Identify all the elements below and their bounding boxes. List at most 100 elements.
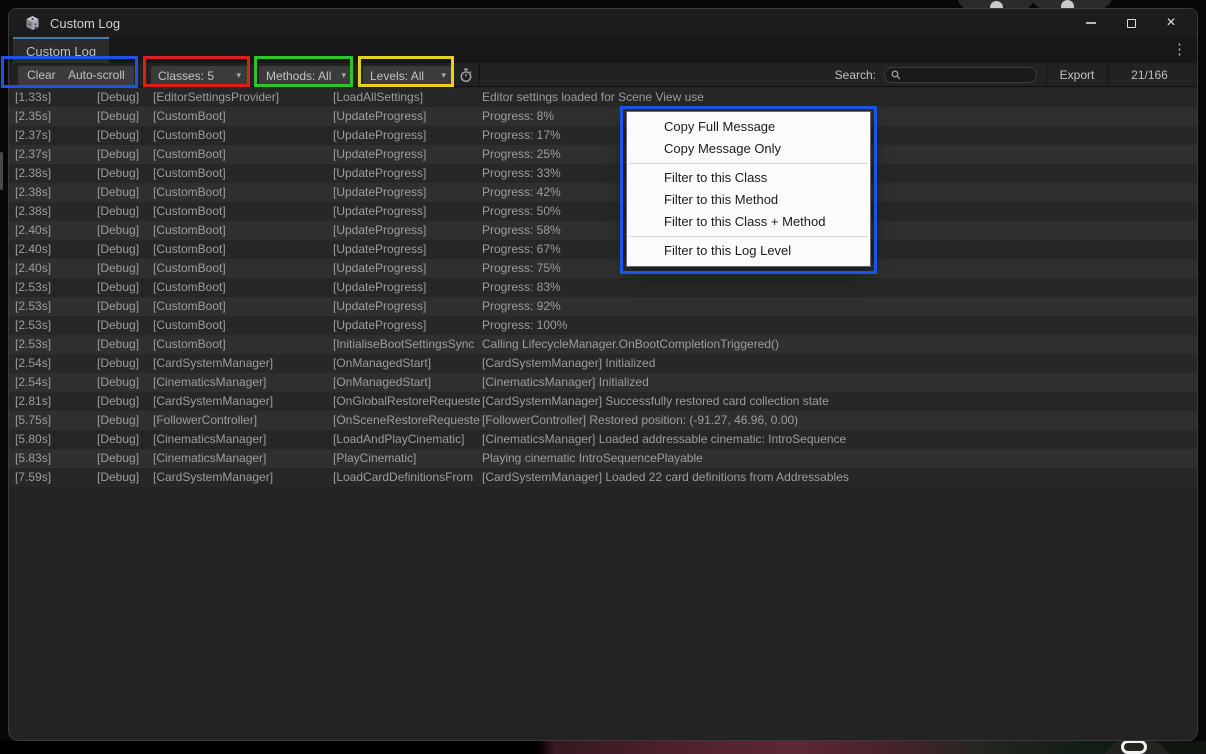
log-class: [CustomBoot] [153,316,333,335]
log-row[interactable]: [2.40s] [Debug] [CustomBoot] [UpdateProg… [9,240,1197,259]
search-icon [891,70,901,80]
log-time: [2.37s] [15,145,97,164]
log-row[interactable]: [5.80s] [Debug] [CinematicsManager] [Loa… [9,430,1197,449]
log-time: [2.53s] [15,278,97,297]
context-menu-separator [629,163,868,164]
log-method: [UpdateProgress] [333,126,482,145]
log-row[interactable]: [2.54s] [Debug] [CinematicsManager] [OnM… [9,373,1197,392]
maximize-button[interactable] [1111,9,1151,37]
log-level: [Debug] [97,202,153,221]
log-time: [2.40s] [15,259,97,278]
context-menu-item[interactable]: Copy Message Only [628,138,869,160]
tab-overflow-menu-icon[interactable]: ⋮ [1172,41,1187,59]
log-method: [UpdateProgress] [333,221,482,240]
log-row[interactable]: [7.59s] [Debug] [CardSystemManager] [Loa… [9,468,1197,487]
log-message: Calling LifecycleManager.OnBootCompletio… [482,335,1197,354]
log-time: [2.54s] [15,354,97,373]
clear-button[interactable]: Clear [18,66,65,85]
log-row[interactable]: [5.75s] [Debug] [FollowerController] [On… [9,411,1197,430]
log-row[interactable]: [2.38s] [Debug] [CustomBoot] [UpdateProg… [9,183,1197,202]
log-row[interactable]: [2.53s] [Debug] [CustomBoot] [UpdateProg… [9,316,1197,335]
log-level: [Debug] [97,259,153,278]
log-method: [LoadAllSettings] [333,88,482,107]
log-method: [UpdateProgress] [333,107,482,126]
chevron-down-icon: ▾ [441,70,446,81]
search-box [884,67,1037,83]
window-title: Custom Log [50,16,120,31]
context-menu-item[interactable]: Filter to this Class + Method [628,211,869,233]
log-level: [Debug] [97,392,153,411]
methods-dropdown[interactable]: Methods: All ▾ [259,66,353,85]
stopwatch-icon[interactable] [459,68,473,83]
log-method: [UpdateProgress] [333,183,482,202]
log-method: [OnManagedStart] [333,373,482,392]
log-level: [Debug] [97,411,153,430]
log-row[interactable]: [5.83s] [Debug] [CinematicsManager] [Pla… [9,449,1197,468]
dice-app-icon [24,15,41,31]
log-row[interactable]: [2.53s] [Debug] [CustomBoot] [UpdateProg… [9,297,1197,316]
screen: Custom Log × Custom Log ⋮ Clear Auto-scr… [0,0,1206,754]
log-row[interactable]: [2.53s] [Debug] [CustomBoot] [Initialise… [9,335,1197,354]
log-level: [Debug] [97,240,153,259]
log-level: [Debug] [97,164,153,183]
log-method: [UpdateProgress] [333,259,482,278]
log-row[interactable]: [2.54s] [Debug] [CardSystemManager] [OnM… [9,354,1197,373]
log-class: [CustomBoot] [153,126,333,145]
context-menu-item[interactable]: Filter to this Log Level [628,240,869,262]
log-row[interactable]: [2.40s] [Debug] [CustomBoot] [UpdateProg… [9,259,1197,278]
toolbar: Clear Auto-scroll Classes: 5 ▾ Methods: … [9,63,1197,87]
log-level: [Debug] [97,449,153,468]
log-time: [2.54s] [15,373,97,392]
log-row[interactable]: [2.81s] [Debug] [CardSystemManager] [OnG… [9,392,1197,411]
log-method: [OnSceneRestoreRequeste [333,411,482,430]
log-method: [UpdateProgress] [333,278,482,297]
log-class: [CustomBoot] [153,240,333,259]
log-row[interactable]: [2.37s] [Debug] [CustomBoot] [UpdateProg… [9,145,1197,164]
context-menu: Copy Full MessageCopy Message Only Filter… [626,111,871,267]
log-message: Playing cinematic IntroSequencePlayable [482,449,1197,468]
search-input[interactable] [905,69,1030,81]
log-level: [Debug] [97,373,153,392]
game-scene-strip [0,741,1206,754]
log-time: [5.75s] [15,411,97,430]
log-row[interactable]: [2.38s] [Debug] [CustomBoot] [UpdateProg… [9,202,1197,221]
log-level: [Debug] [97,468,153,487]
log-level: [Debug] [97,221,153,240]
log-class: [CinematicsManager] [153,430,333,449]
minimize-button[interactable] [1071,9,1111,37]
levels-dropdown[interactable]: Levels: All ▾ [363,66,453,85]
levels-dropdown-label: Levels: All [370,69,424,83]
autoscroll-button[interactable]: Auto-scroll [59,66,134,85]
toolbar-separator [479,63,480,87]
log-level: [Debug] [97,107,153,126]
log-class: [CustomBoot] [153,164,333,183]
log-message: Editor settings loaded for Scene View us… [482,88,1197,107]
log-time: [2.53s] [15,316,97,335]
tab-custom-log[interactable]: Custom Log [13,37,109,63]
context-menu-item[interactable]: Copy Full Message [628,116,869,138]
log-class: [CustomBoot] [153,107,333,126]
log-time: [7.59s] [15,468,97,487]
log-row[interactable]: [2.53s] [Debug] [CustomBoot] [UpdateProg… [9,278,1197,297]
close-button[interactable]: × [1151,9,1191,37]
log-row[interactable]: [2.40s] [Debug] [CustomBoot] [UpdateProg… [9,221,1197,240]
log-class: [CustomBoot] [153,145,333,164]
log-class: [FollowerController] [153,411,333,430]
log-row[interactable]: [2.38s] [Debug] [CustomBoot] [UpdateProg… [9,164,1197,183]
classes-dropdown[interactable]: Classes: 5 ▾ [151,66,248,85]
close-icon: × [1166,15,1175,31]
log-message: [CardSystemManager] Successfully restore… [482,392,1197,411]
log-time: [2.40s] [15,240,97,259]
log-time: [2.38s] [15,202,97,221]
log-method: [LoadAndPlayCinematic] [333,430,482,449]
log-level: [Debug] [97,183,153,202]
export-button[interactable]: Export [1047,63,1107,87]
title-bar: Custom Log × [9,9,1197,37]
log-row[interactable]: [2.37s] [Debug] [CustomBoot] [UpdateProg… [9,126,1197,145]
context-menu-item[interactable]: Filter to this Method [628,189,869,211]
log-row[interactable]: [2.35s] [Debug] [CustomBoot] [UpdateProg… [9,107,1197,126]
background-edge-fragment [0,152,3,190]
log-level: [Debug] [97,126,153,145]
log-row[interactable]: [1.33s] [Debug] [EditorSettingsProvider]… [9,88,1197,107]
context-menu-item[interactable]: Filter to this Class [628,167,869,189]
